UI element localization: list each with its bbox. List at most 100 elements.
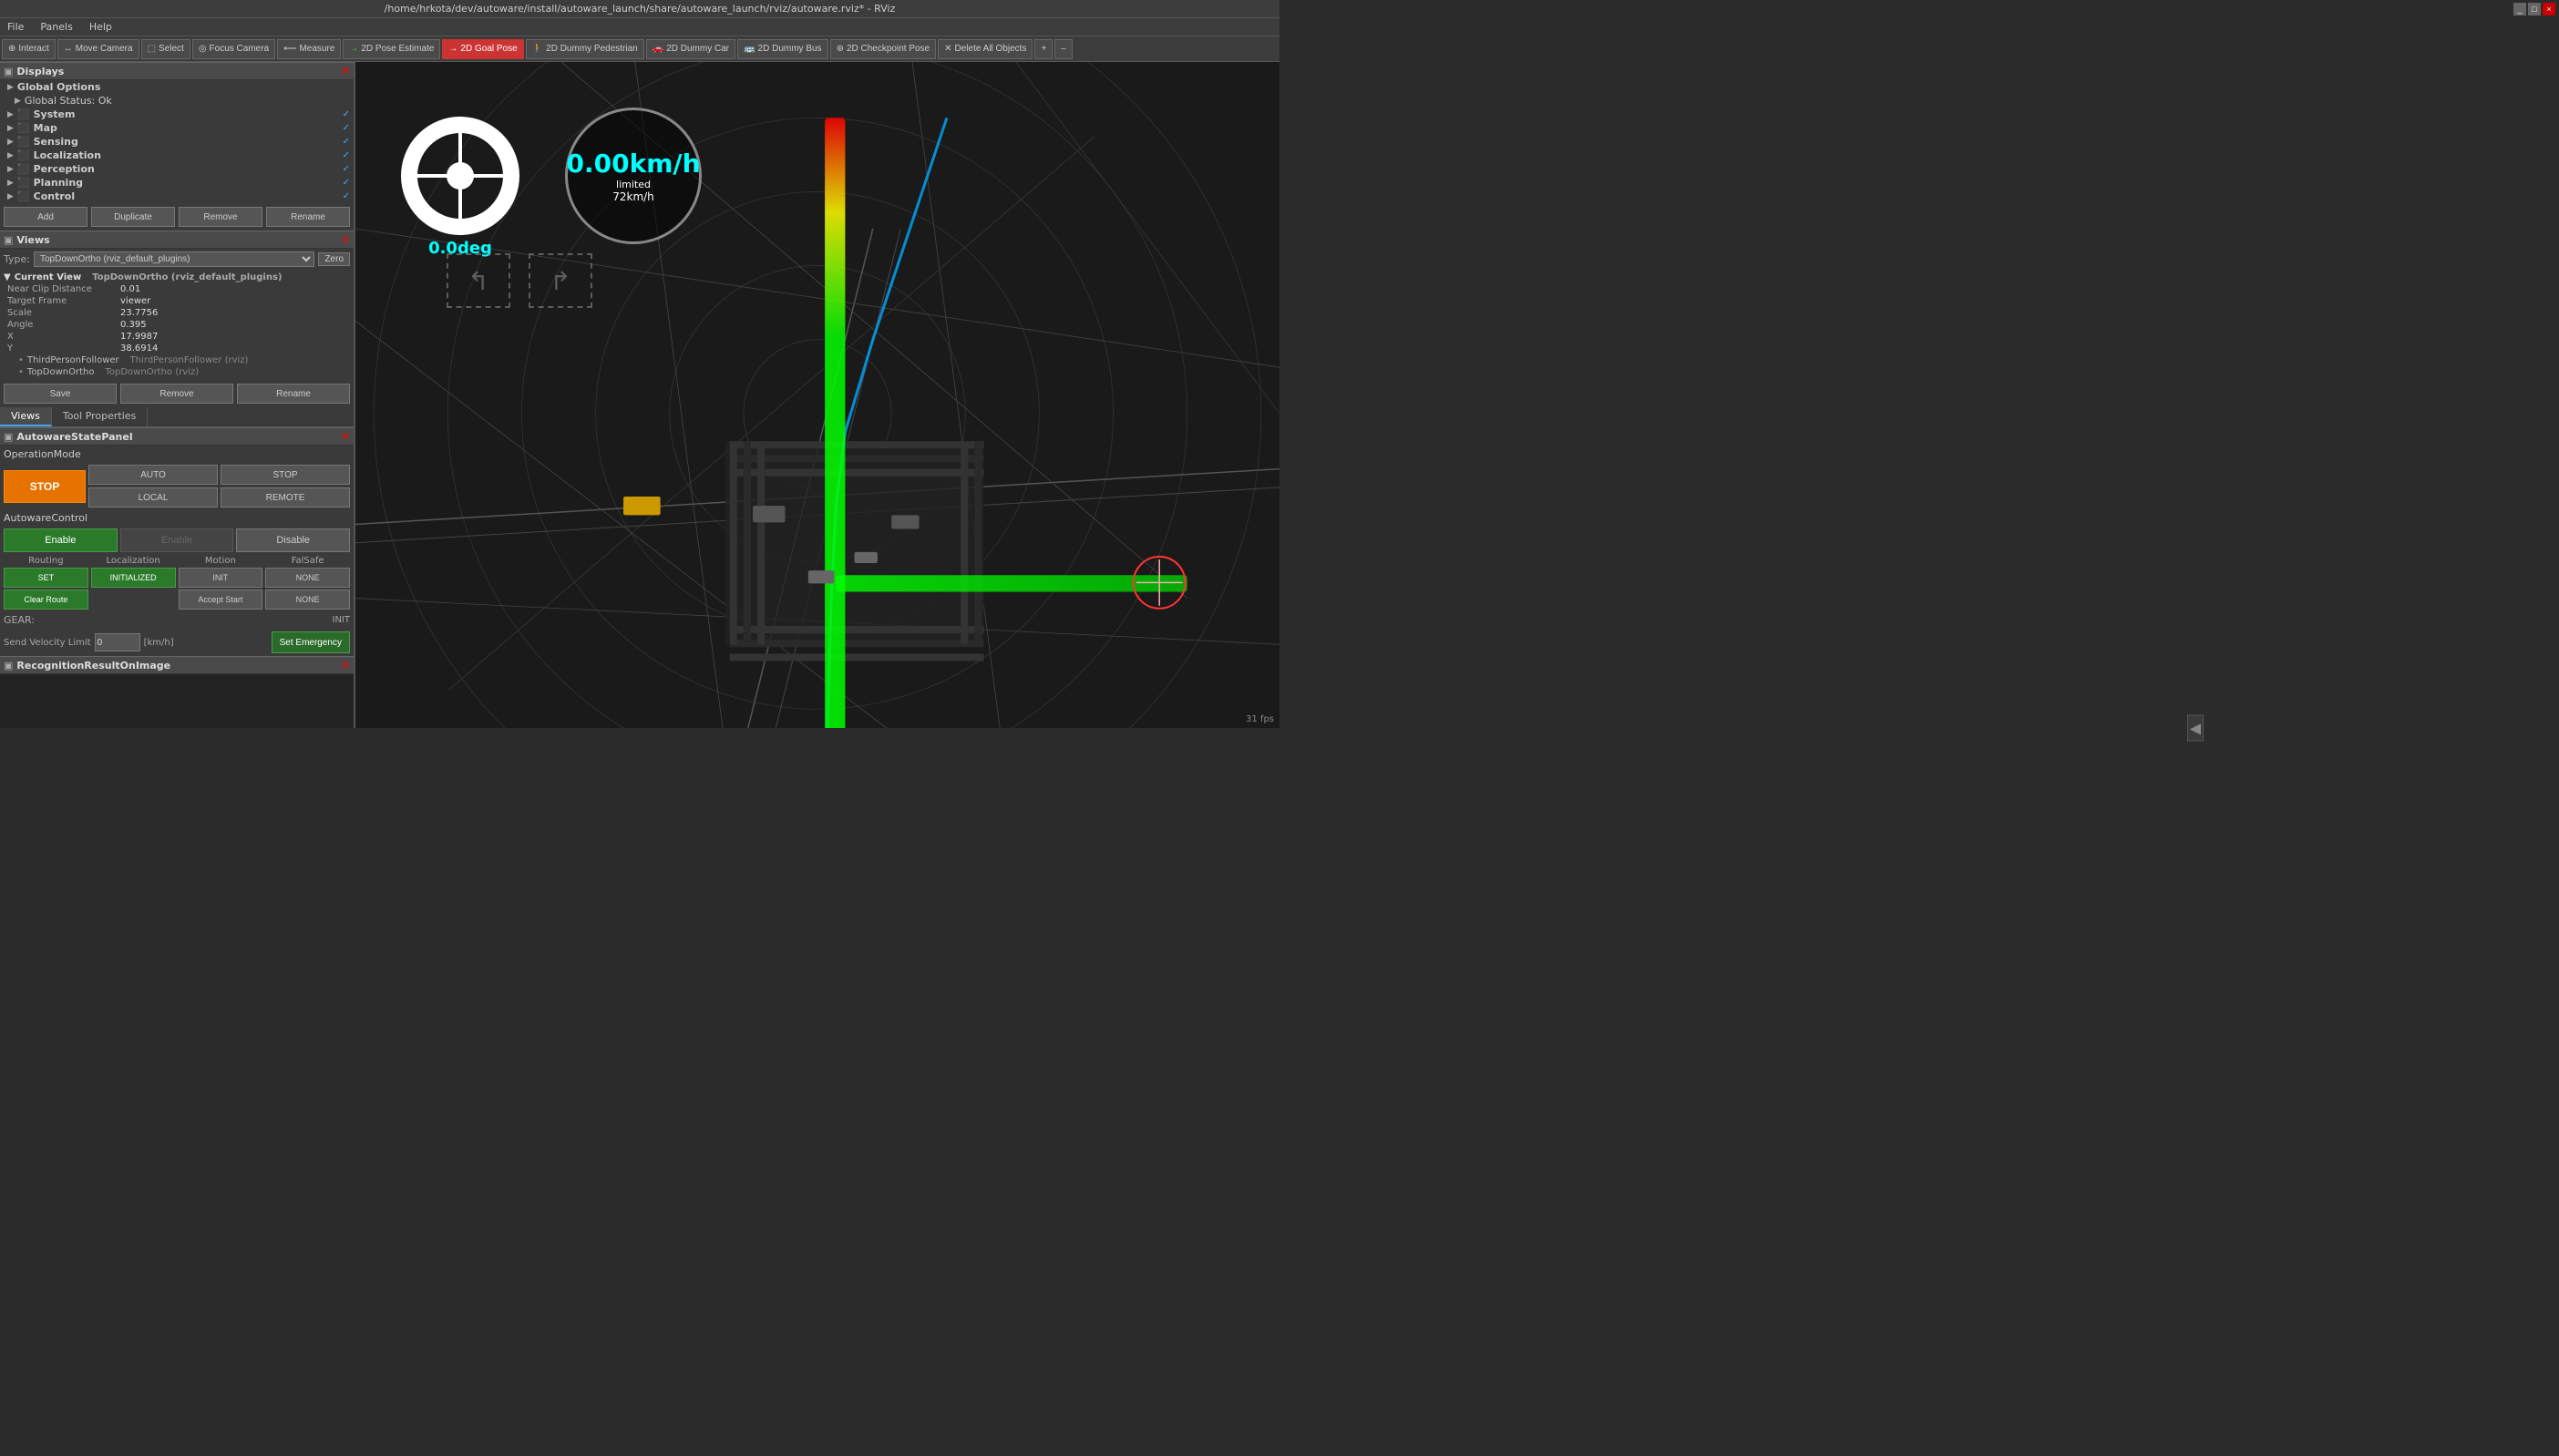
steering-ring (401, 117, 519, 235)
menu-file[interactable]: File (4, 21, 27, 33)
tab-views[interactable]: Views (0, 407, 52, 426)
stop-mode-button[interactable]: STOP (221, 465, 350, 485)
speed-value: 0.00km/h (566, 149, 700, 179)
arrow-icon: ▶ (7, 151, 14, 160)
display-control[interactable]: ▶ ⬛ Control ✓ (0, 190, 354, 203)
clear-route-button[interactable]: Clear Route (4, 590, 88, 610)
remove-display-button[interactable]: Remove (179, 207, 262, 227)
planning-icon: ⬛ (17, 177, 30, 189)
views-zero-button[interactable]: Zero (318, 252, 350, 266)
display-global-options[interactable]: ▶ Global Options (0, 80, 354, 94)
falsafe-none2-button[interactable]: NONE (265, 590, 350, 610)
move-camera-button[interactable]: ↔ Move Camera (57, 39, 139, 59)
enable-button[interactable]: Enable (4, 528, 118, 552)
steering-center (447, 162, 474, 190)
arrow-icon: ▼ (4, 272, 11, 282)
display-planning[interactable]: ▶ ⬛ Planning ✓ (0, 176, 354, 190)
pose-estimate-button[interactable]: → 2D Pose Estimate (343, 39, 440, 59)
views-buttons-row: Save Remove Rename (0, 380, 354, 407)
tab-tool-properties[interactable]: Tool Properties (52, 407, 148, 426)
views-type-select[interactable]: TopDownOrtho (rviz_default_plugins) (34, 251, 314, 267)
display-system[interactable]: ▶ ⬛ System ✓ (0, 108, 354, 121)
dummy-car-button[interactable]: 🚗 2D Dummy Car (646, 39, 735, 59)
collapse-panel-button[interactable]: ◀ (2187, 715, 2204, 742)
turn-left-arrow: ↰ (447, 253, 510, 308)
arrow-icon: ▶ (15, 97, 21, 106)
system-icon: ⬛ (17, 108, 30, 120)
minimize-button[interactable]: _ (2513, 3, 2526, 15)
displays-section: ▣Displays ✕ ▶ Global Options ▶ Global St… (0, 62, 354, 231)
map-icon: ⬛ (17, 122, 30, 134)
set-emergency-button[interactable]: Set Emergency (272, 631, 350, 653)
speed-circle: 0.00km/h limited 72km/h (565, 108, 702, 244)
local-button[interactable]: LOCAL (88, 487, 218, 508)
gear-row: GEAR: INIT (0, 611, 354, 629)
dummy-bus-button[interactable]: 🚌 2D Dummy Bus (737, 39, 827, 59)
add-tool-button[interactable]: + (1034, 39, 1053, 59)
rename-view-button[interactable]: Rename (237, 384, 350, 404)
dummy-bus-icon: 🚌 (744, 44, 755, 54)
control-icon: ⬛ (17, 190, 30, 202)
views-header: ▣Views ✕ (0, 231, 354, 249)
display-global-status[interactable]: ▶ Global Status: Ok (0, 94, 354, 108)
add-display-button[interactable]: Add (4, 207, 87, 227)
view-y: Y 38.6914 (0, 343, 354, 354)
routing-col: Routing SET Clear Route (4, 556, 88, 610)
operation-mode-row: STOP AUTO STOP LOCAL REMOTE (0, 463, 354, 509)
direction-arrows: ↰ ↱ (447, 253, 592, 308)
arrow-icon: ▶ (7, 192, 14, 201)
initialized-button[interactable]: INITIALIZED (91, 568, 176, 588)
interact-icon: ⊕ (8, 44, 15, 54)
init-button[interactable]: INIT (179, 568, 263, 588)
displays-close-button[interactable]: ✕ (341, 65, 350, 77)
main-3d-viewport[interactable]: 0.0deg 0.00km/h limited 72km/h ↰ ↱ 31 fp… (355, 62, 1280, 728)
enable2-button: Enable (120, 528, 234, 552)
recognition-close-button[interactable]: ✕ (341, 659, 350, 672)
delete-all-button[interactable]: ✕ Delete All Objects (938, 39, 1033, 59)
remove-tool-button[interactable]: – (1054, 39, 1073, 59)
menubar: File Panels Help (0, 18, 1280, 36)
stop-button[interactable]: STOP (4, 470, 86, 503)
menu-help[interactable]: Help (86, 21, 116, 33)
views-type-row: Type: TopDownOrtho (rviz_default_plugins… (0, 249, 354, 270)
duplicate-display-button[interactable]: Duplicate (91, 207, 175, 227)
remove-view-button[interactable]: Remove (120, 384, 233, 404)
autoware-panel-close[interactable]: ✕ (341, 430, 350, 443)
arrow-icon: ▶ (7, 83, 14, 92)
third-person-follower-item[interactable]: • ThirdPersonFollower ThirdPersonFollowe… (0, 354, 354, 366)
view-near-clip: Near Clip Distance 0.01 (0, 283, 354, 295)
no-image-area: No Image (0, 674, 354, 728)
rename-display-button[interactable]: Rename (266, 207, 350, 227)
focus-icon: ◎ (199, 44, 207, 54)
display-localization[interactable]: ▶ ⬛ Localization ✓ (0, 149, 354, 162)
fps-counter: 31 fps (1246, 714, 1274, 724)
display-map[interactable]: ▶ ⬛ Map ✓ (0, 121, 354, 135)
display-sensing[interactable]: ▶ ⬛ Sensing ✓ (0, 135, 354, 149)
remote-button[interactable]: REMOTE (221, 487, 350, 508)
speed-overlay: 0.00km/h limited 72km/h (565, 108, 702, 244)
disable-button[interactable]: Disable (236, 528, 350, 552)
select-button[interactable]: ⬚ Select (141, 39, 190, 59)
falsafe-none1-button[interactable]: NONE (265, 568, 350, 588)
views-close-button[interactable]: ✕ (341, 233, 350, 246)
dummy-pedestrian-button[interactable]: 🚶 2D Dummy Pedestrian (526, 39, 644, 59)
interact-button[interactable]: ⊕ Interact (2, 39, 56, 59)
focus-camera-button[interactable]: ◎ Focus Camera (192, 39, 275, 59)
accept-start-button[interactable]: Accept Start (179, 590, 263, 610)
measure-button[interactable]: ⟵ Measure (277, 39, 341, 59)
tab-bar: Views Tool Properties (0, 407, 354, 427)
close-button[interactable]: × (2543, 3, 2555, 15)
measure-icon: ⟵ (283, 44, 296, 54)
set-route-button[interactable]: SET (4, 568, 88, 588)
menu-panels[interactable]: Panels (36, 21, 76, 33)
save-view-button[interactable]: Save (4, 384, 117, 404)
checkpoint-pose-button[interactable]: ⊛ 2D Checkpoint Pose (830, 39, 937, 59)
velocity-input[interactable] (95, 633, 140, 651)
select-icon: ⬚ (148, 44, 156, 54)
maximize-button[interactable]: □ (2528, 3, 2541, 15)
top-down-ortho-item[interactable]: • TopDownOrtho TopDownOrtho (rviz) (0, 366, 354, 378)
auto-button[interactable]: AUTO (88, 465, 218, 485)
display-perception[interactable]: ▶ ⬛ Perception ✓ (0, 162, 354, 176)
goal-pose-button[interactable]: → 2D Goal Pose (442, 39, 523, 59)
bullet-icon: • (18, 367, 24, 377)
